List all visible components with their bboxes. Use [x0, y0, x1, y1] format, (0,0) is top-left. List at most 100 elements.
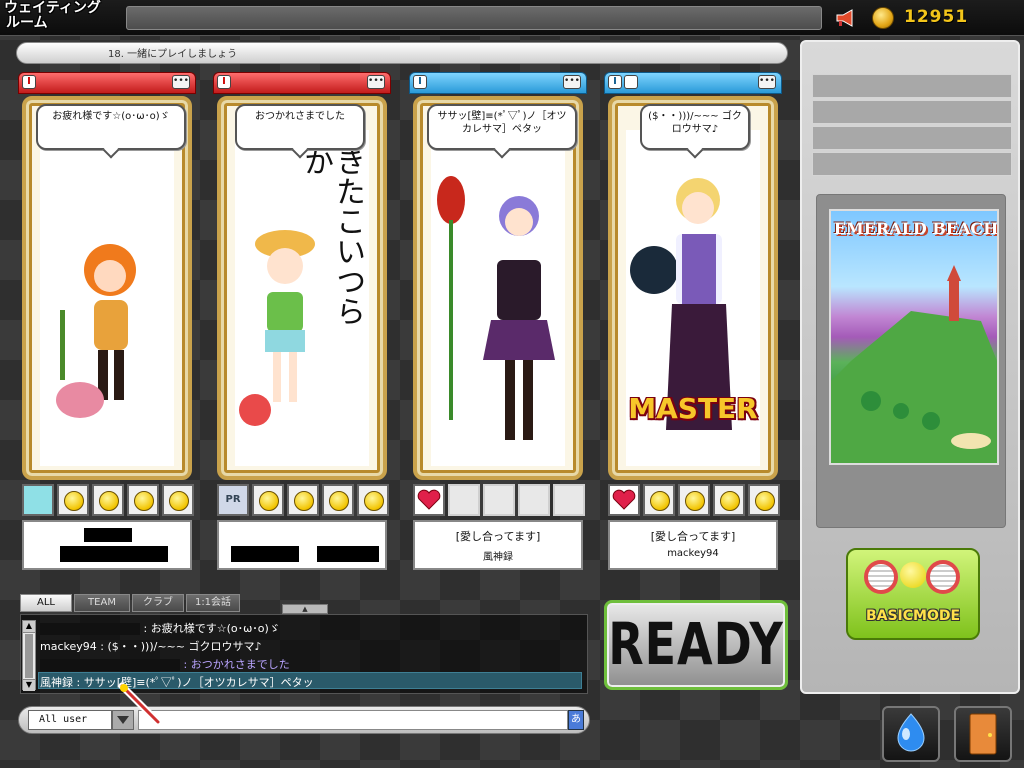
chat-message: : おつかれさまでした: [183, 658, 290, 671]
item-row: [608, 484, 780, 516]
redacted-name-part: [317, 546, 379, 562]
player-slot-1[interactable]: I ••• お疲れ様です☆(o･ω･o)ゞ: [18, 72, 196, 574]
chat-bubble-icon[interactable]: •••: [172, 75, 190, 89]
speech-bubble: ($・・)))/~~~ ゴクロウサマ♪: [640, 104, 750, 150]
chat-bubble-icon[interactable]: •••: [758, 75, 776, 89]
chat-message: : ササッ[壁]≡(*ﾟ▽ﾟ)ノ［オツカレサマ］ペタッ: [73, 676, 314, 689]
character-card: ササッ[壁]≡(*ﾟ▽ﾟ)ノ［オツカレサマ］ペタッ: [413, 96, 583, 480]
basic-mode-button[interactable]: BASICMODE: [846, 548, 980, 640]
chat-scope-select[interactable]: All user: [28, 710, 112, 730]
tab-team[interactable]: TEAM: [74, 594, 130, 612]
map-title: EMERALD BEACH: [833, 219, 999, 238]
character-avatar: [437, 176, 555, 440]
player-title: [愛し合ってます]: [455, 530, 541, 543]
scroll-up-icon[interactable]: ▲: [23, 621, 35, 633]
door-icon: [969, 713, 997, 755]
smile-icon[interactable]: [127, 484, 159, 516]
redacted-name-part: [231, 546, 299, 562]
map-box: EMERALD BEACH: [816, 194, 1006, 528]
item-row: [22, 484, 194, 516]
ready-label: READY: [608, 610, 784, 678]
smile-icon[interactable]: [678, 484, 710, 516]
info-row: [812, 126, 1012, 150]
player-badge-icon: I: [413, 75, 427, 89]
smile-icon[interactable]: [252, 484, 284, 516]
item-slot[interactable]: [22, 484, 54, 516]
heart-icon[interactable]: [413, 484, 445, 516]
chat-line: 風神録 : ササッ[壁]≡(*ﾟ▽ﾟ)ノ［オツカレサマ］ペタッ: [40, 674, 314, 690]
room-name: 18. 一緒にプレイしましょう: [108, 49, 238, 60]
smile-icon[interactable]: [162, 484, 194, 516]
smile-icon[interactable]: [322, 484, 354, 516]
player-slot-3[interactable]: I ••• ササッ[壁]≡(*ﾟ▽ﾟ)ノ［オツカレサマ］ペタッ [愛し合ってます…: [409, 72, 587, 574]
smile-icon[interactable]: [357, 484, 389, 516]
screen-title-line2: ルーム: [6, 15, 48, 31]
player-name: 風神録: [483, 552, 513, 563]
team-header-red: [213, 72, 391, 94]
info-row: [812, 152, 1012, 176]
coin-icon: [872, 7, 894, 29]
map-preview[interactable]: EMERALD BEACH: [829, 209, 999, 465]
player-badge-icon: [624, 75, 638, 89]
tab-club[interactable]: クラブ: [132, 594, 184, 612]
team-header-red: [18, 72, 196, 94]
coin-amount: 12951: [904, 7, 969, 27]
heart-icon[interactable]: [608, 484, 640, 516]
chat-line: : お疲れ様です☆(o･ω･o)ゞ: [40, 620, 280, 636]
character-button[interactable]: [882, 706, 940, 762]
chat-bubble-icon[interactable]: •••: [367, 75, 385, 89]
scroll-down-icon[interactable]: ▼: [23, 679, 35, 691]
island-illustration: [831, 265, 997, 463]
item-slot[interactable]: [448, 484, 480, 516]
chat-scrollbar[interactable]: ▲ ▼: [22, 620, 36, 691]
item-slot[interactable]: [553, 484, 585, 516]
player-name: mackey94: [667, 548, 719, 559]
smile-icon[interactable]: [92, 484, 124, 516]
smile-icon[interactable]: [643, 484, 675, 516]
scroll-thumb[interactable]: [25, 634, 33, 678]
item-row: PR: [217, 484, 389, 516]
tab-all[interactable]: ALL: [20, 594, 72, 612]
redacted-title: [84, 528, 132, 542]
chat-message: : お疲れ様です☆(o･ω･o)ゞ: [143, 622, 280, 635]
item-slot[interactable]: [483, 484, 515, 516]
chat-bubble-icon[interactable]: •••: [563, 75, 581, 89]
speech-bubble: お疲れ様です☆(o･ω･o)ゞ: [36, 104, 186, 150]
nameplate: [217, 520, 387, 570]
player-badge-icon: I: [608, 75, 622, 89]
player-slot-2[interactable]: I ••• きたこいつらか おつかれさまでした PR: [213, 72, 391, 574]
chat-expand-handle[interactable]: ▲: [282, 604, 328, 614]
chat-line: mackey94 : ($・・)))/~~~ ゴクロウサマ♪: [40, 638, 262, 654]
player-title: [愛し合ってます]: [650, 530, 736, 543]
exit-door-button[interactable]: [954, 706, 1012, 762]
speech-bubble: ササッ[壁]≡(*ﾟ▽ﾟ)ノ［オツカレサマ］ペタッ: [427, 104, 577, 150]
character-card: きたこいつらか おつかれさまでした: [217, 96, 387, 480]
megaphone-icon[interactable]: [834, 7, 858, 29]
screen-title: ウェイティング ルーム: [4, 1, 120, 35]
player-slot-4[interactable]: I ••• MASTER ($・・)))/~~~ ゴクロウサマ♪ [愛し合ってま…: [604, 72, 782, 574]
racket-icon: [926, 560, 960, 594]
item-slot[interactable]: [518, 484, 550, 516]
nameplate: [愛し合ってます] mackey94: [608, 520, 778, 570]
chat-speaker: 風神録: [40, 676, 73, 689]
smile-icon[interactable]: [748, 484, 780, 516]
smile-icon[interactable]: [713, 484, 745, 516]
tab-whisper[interactable]: 1:1会話: [186, 594, 240, 612]
ready-button[interactable]: READY: [604, 600, 788, 690]
chat-speaker: mackey94: [40, 640, 97, 653]
chat-message: : ($・・)))/~~~ ゴクロウサマ♪: [96, 640, 262, 653]
redacted-speaker: [40, 623, 140, 635]
info-row: [812, 100, 1012, 124]
smile-icon[interactable]: [57, 484, 89, 516]
pr-icon[interactable]: PR: [217, 484, 249, 516]
nameplate: [愛し合ってます] 風神録: [413, 520, 583, 570]
character-card: お疲れ様です☆(o･ω･o)ゞ: [22, 96, 192, 480]
chat-input[interactable]: [138, 710, 568, 730]
speech-bubble: おつかれさまでした: [235, 104, 365, 150]
smile-icon[interactable]: [287, 484, 319, 516]
basic-mode-label: BASICMODE: [865, 608, 961, 624]
info-row: [812, 74, 1012, 98]
character-avatar: [239, 230, 315, 426]
blue-orb-icon: [897, 713, 925, 752]
room-info-panel: EMERALD BEACH BASICMODE: [800, 40, 1020, 694]
